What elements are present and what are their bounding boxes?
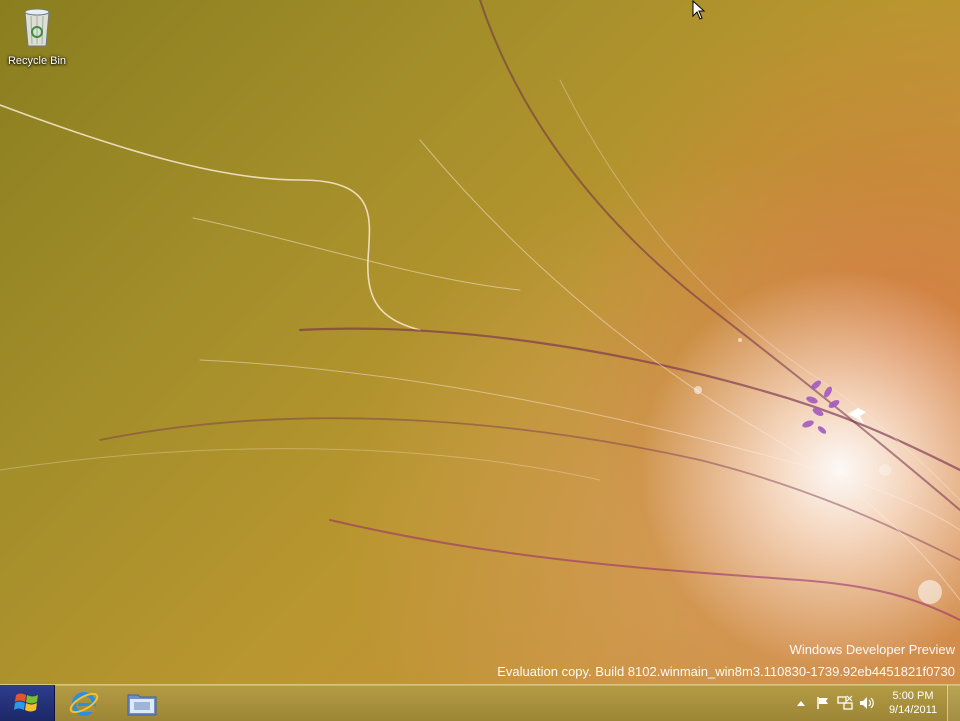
- network-icon: [837, 695, 853, 710]
- watermark-build: Evaluation copy. Build 8102.winmain_win8…: [497, 664, 955, 679]
- desktop-icon-recycle-bin[interactable]: Recycle Bin: [4, 6, 70, 68]
- desktop-icon-label: Recycle Bin: [7, 55, 67, 67]
- network-button[interactable]: [834, 685, 856, 721]
- show-desktop-button[interactable]: [947, 685, 960, 721]
- clock-date: 9/14/2011: [888, 704, 938, 716]
- volume-button[interactable]: [856, 685, 878, 721]
- volume-icon: [860, 697, 874, 709]
- taskbar-windows-explorer-button[interactable]: [114, 685, 170, 721]
- mouse-cursor-icon: [692, 0, 706, 20]
- show-hidden-icons-button[interactable]: [790, 685, 812, 721]
- action-center-flag-icon: [817, 697, 828, 709]
- action-center-button[interactable]: [812, 685, 834, 721]
- watermark-edition: Windows Developer Preview: [789, 642, 955, 657]
- start-button[interactable]: [0, 685, 55, 721]
- windows-logo-icon: [14, 693, 38, 712]
- wallpaper-art: [0, 0, 960, 621]
- clock-time: 5:00 PM: [892, 690, 934, 702]
- internet-explorer-icon: [69, 692, 99, 716]
- chevron-up-icon: [797, 701, 805, 706]
- taskbar: 5:00 PM 9/14/2011: [0, 684, 960, 721]
- recycle-bin-icon: [19, 6, 55, 53]
- clock[interactable]: 5:00 PM 9/14/2011: [882, 689, 944, 717]
- taskbar-internet-explorer-button[interactable]: [56, 685, 112, 721]
- folder-icon: [127, 694, 157, 716]
- desktop[interactable]: Recycle Bin Windows Developer Preview Ev…: [0, 0, 960, 684]
- notification-area: 5:00 PM 9/14/2011: [790, 685, 944, 721]
